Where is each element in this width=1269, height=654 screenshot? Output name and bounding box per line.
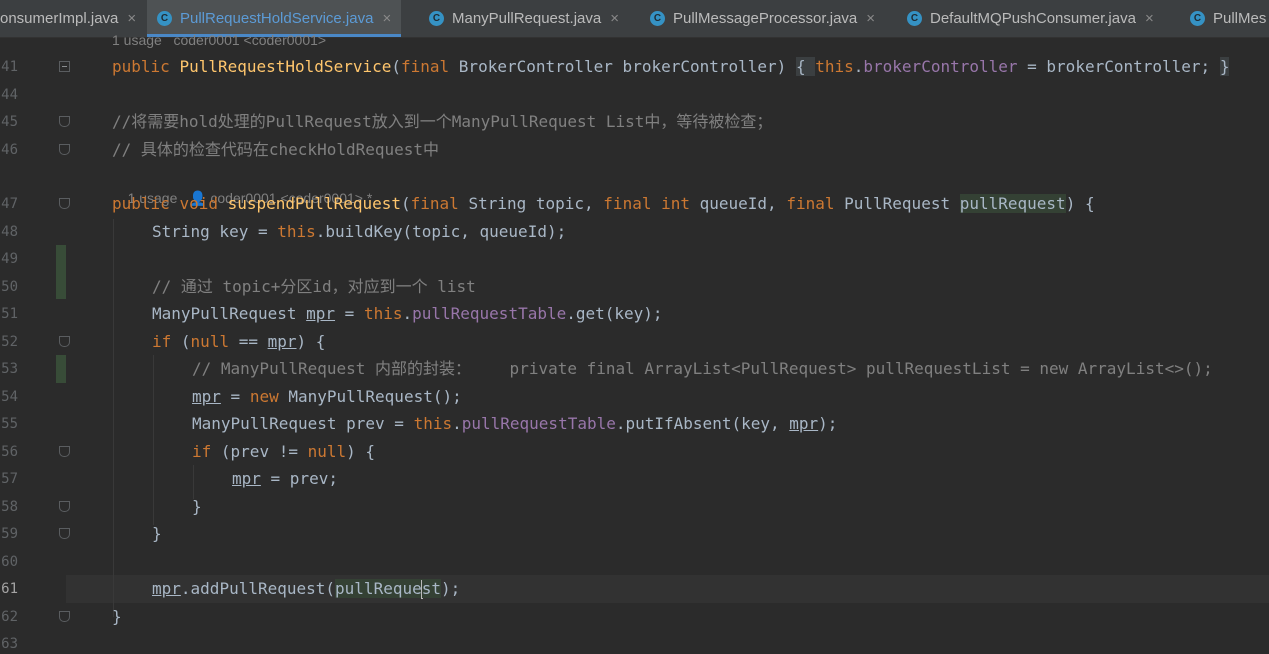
vcs-change-marker: [56, 355, 66, 383]
fold-toggle-icon[interactable]: [59, 446, 70, 457]
line-number: 59: [1, 526, 18, 542]
code-line-41[interactable]: public PullRequestHoldService(final Brok…: [112, 57, 1230, 77]
usage-hint[interactable]: 1 usage coder0001 <coder0001>: [112, 30, 326, 50]
fold-toggle-icon[interactable]: [59, 501, 70, 512]
line-number: 53: [1, 361, 18, 377]
line-number-current: 61: [1, 581, 18, 597]
line-number: 47: [1, 196, 18, 212]
line-number: 45: [1, 114, 18, 130]
fold-toggle-icon[interactable]: [59, 336, 70, 347]
close-icon[interactable]: ×: [610, 10, 619, 27]
tab-label: PullRequestHoldService.java: [180, 10, 374, 27]
line-number: 52: [1, 334, 18, 350]
line-number: 51: [1, 306, 18, 322]
line-number: 56: [1, 444, 18, 460]
fold-toggle-icon[interactable]: [59, 611, 70, 622]
code-line-47[interactable]: public void suspendPullRequest(final Str…: [112, 194, 1095, 214]
code-editor[interactable]: 41 44 45 46 47 48 49 50 51 52 53 54 55 5…: [0, 32, 1269, 652]
line-number: 49: [1, 251, 18, 267]
tab-label: PullMes: [1213, 10, 1267, 27]
usage-hint[interactable]: 1 usage 👤 coder0001 <coder0001> *: [112, 168, 373, 206]
close-icon[interactable]: ×: [866, 10, 875, 27]
tab-label: ManyPullRequest.java: [452, 10, 602, 27]
close-icon[interactable]: ×: [382, 10, 391, 27]
line-number: 63: [1, 636, 18, 652]
line-number: 57: [1, 471, 18, 487]
code-line-48[interactable]: String key = this.buildKey(topic, queueI…: [152, 222, 566, 242]
code-line-53[interactable]: // ManyPullRequest 内部的封装： private final …: [192, 359, 1213, 379]
class-icon: C: [429, 11, 444, 26]
code-line-62[interactable]: }: [112, 607, 122, 627]
line-number: 55: [1, 416, 18, 432]
code-line-59[interactable]: }: [152, 524, 162, 544]
close-icon[interactable]: ×: [1145, 10, 1154, 27]
line-number: 50: [1, 279, 18, 295]
tab-pullmessage[interactable]: C PullMes: [1190, 0, 1266, 37]
code-line-58[interactable]: }: [192, 497, 202, 517]
line-number: 48: [1, 224, 18, 240]
class-icon: C: [907, 11, 922, 26]
fold-toggle-icon[interactable]: [59, 61, 70, 72]
class-icon: C: [1190, 11, 1205, 26]
tab-label: onsumerImpl.java: [0, 10, 119, 27]
tab-label: DefaultMQPushConsumer.java: [930, 10, 1136, 27]
line-number: 44: [1, 87, 18, 103]
tab-pullmessageprocessor[interactable]: C PullMessageProcessor.java ×: [650, 0, 875, 37]
code-line-56[interactable]: if (prev != null) {: [192, 442, 375, 462]
class-icon: C: [157, 11, 172, 26]
line-number: 46: [1, 142, 18, 158]
fold-toggle-icon[interactable]: [59, 528, 70, 539]
fold-toggle-icon[interactable]: [59, 198, 70, 209]
code-line-54[interactable]: mpr = new ManyPullRequest();: [192, 387, 462, 407]
code-line-51[interactable]: ManyPullRequest mpr = this.pullRequestTa…: [152, 304, 663, 324]
class-icon: C: [650, 11, 665, 26]
code-line-46[interactable]: // 具体的检查代码在checkHoldRequest中: [112, 140, 439, 160]
code-line-55[interactable]: ManyPullRequest prev = this.pullRequestT…: [192, 414, 837, 434]
indent-guide: [153, 355, 154, 525]
close-icon[interactable]: ×: [127, 10, 136, 27]
fold-toggle-icon[interactable]: [59, 144, 70, 155]
code-line-45[interactable]: //将需要hold处理的PullRequest放入到一个ManyPullRequ…: [112, 112, 772, 132]
tab-manypullrequest[interactable]: C ManyPullRequest.java ×: [429, 0, 619, 37]
line-number: 60: [1, 554, 18, 570]
line-number: 62: [1, 609, 18, 625]
code-line-50[interactable]: // 通过 topic+分区id，对应到一个 list: [152, 277, 476, 297]
tab-label: PullMessageProcessor.java: [673, 10, 858, 27]
code-line-57[interactable]: mpr = prev;: [232, 469, 338, 489]
fold-toggle-icon[interactable]: [59, 116, 70, 127]
code-line-61[interactable]: mpr.addPullRequest(pullRequest);: [152, 579, 460, 599]
line-number: 58: [1, 499, 18, 515]
line-number: 54: [1, 389, 18, 405]
indent-guide: [193, 465, 194, 499]
code-line-52[interactable]: if (null == mpr) {: [152, 332, 325, 352]
line-number: 41: [1, 59, 18, 75]
indent-guide: [113, 219, 114, 617]
tab-defaultmqpushconsumer[interactable]: C DefaultMQPushConsumer.java ×: [907, 0, 1154, 37]
vcs-change-marker: [56, 245, 66, 299]
